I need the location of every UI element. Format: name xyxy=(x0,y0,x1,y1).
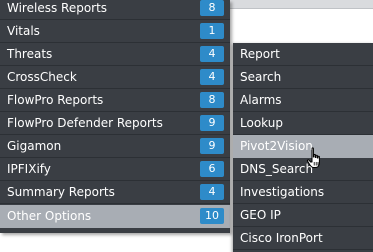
other-options-submenu: Report Search Alarms Lookup Pivot2Vision… xyxy=(233,43,373,252)
menu-item-label: FlowPro Defender Reports xyxy=(7,116,163,130)
menu-item-flowpro-reports[interactable]: FlowPro Reports 8 xyxy=(0,89,230,112)
menu-item-label: CrossCheck xyxy=(7,70,77,84)
submenu-item-pivot2vision[interactable]: Pivot2Vision xyxy=(233,135,373,158)
submenu-item-search[interactable]: Search xyxy=(233,66,373,89)
menu-item-ipfixify[interactable]: IPFIXify 6 xyxy=(0,158,230,181)
count-badge: 4 xyxy=(200,69,224,85)
submenu-item-investigations[interactable]: Investigations xyxy=(233,181,373,204)
submenu-item-label: Pivot2Vision xyxy=(240,139,313,153)
submenu-item-dns-search[interactable]: DNS_Search xyxy=(233,158,373,181)
submenu-item-label: GEO IP xyxy=(240,208,281,222)
menu-item-label: Wireless Reports xyxy=(7,1,108,15)
submenu-item-label: Alarms xyxy=(240,93,282,107)
submenu-item-report[interactable]: Report xyxy=(233,43,373,66)
menu-item-label: Other Options xyxy=(7,209,92,223)
submenu-item-label: Lookup xyxy=(240,116,283,130)
menu-item-label: IPFIXify xyxy=(7,162,51,176)
submenu-item-label: Investigations xyxy=(240,185,325,199)
menu-item-summary-reports[interactable]: Summary Reports 4 xyxy=(0,181,230,204)
menu-item-threats[interactable]: Threats 4 xyxy=(0,43,230,66)
submenu-item-lookup[interactable]: Lookup xyxy=(233,112,373,135)
app-stage: Wireless Reports 8 Vitals 1 Threats 4 Cr… xyxy=(0,0,373,252)
submenu-item-label: Report xyxy=(240,47,280,61)
count-badge: 10 xyxy=(200,208,224,224)
menu-item-crosscheck[interactable]: CrossCheck 4 xyxy=(0,66,230,89)
menu-item-label: Summary Reports xyxy=(7,185,115,199)
menu-item-wireless-reports[interactable]: Wireless Reports 8 xyxy=(0,0,230,20)
count-badge: 4 xyxy=(200,46,224,62)
count-badge: 4 xyxy=(200,184,224,200)
count-badge: 8 xyxy=(200,0,224,16)
background-panel xyxy=(230,0,373,43)
menu-item-label: FlowPro Reports xyxy=(7,93,104,107)
submenu-item-label: Search xyxy=(240,70,282,84)
submenu-item-geo-ip[interactable]: GEO IP xyxy=(233,204,373,227)
menu-item-other-options[interactable]: Other Options 10 xyxy=(0,205,230,228)
submenu-item-alarms[interactable]: Alarms xyxy=(233,89,373,112)
submenu-item-label: Cisco IronPort xyxy=(240,231,323,245)
menu-item-label: Gigamon xyxy=(7,139,62,153)
menu-item-vitals[interactable]: Vitals 1 xyxy=(0,20,230,43)
menu-item-gigamon[interactable]: Gigamon 9 xyxy=(0,135,230,158)
main-menu: Wireless Reports 8 Vitals 1 Threats 4 Cr… xyxy=(0,0,230,233)
background-divider xyxy=(230,0,373,9)
hand-pointer-icon xyxy=(306,147,320,168)
count-badge: 9 xyxy=(200,138,224,154)
count-badge: 6 xyxy=(200,161,224,177)
menu-item-label: Vitals xyxy=(7,24,40,38)
submenu-item-cisco-ironport[interactable]: Cisco IronPort xyxy=(233,227,373,250)
submenu-item-label: DNS_Search xyxy=(240,162,314,176)
count-badge: 9 xyxy=(200,115,224,131)
count-badge: 8 xyxy=(200,92,224,108)
menu-item-label: Threats xyxy=(7,47,53,61)
menu-item-flowpro-defender-reports[interactable]: FlowPro Defender Reports 9 xyxy=(0,112,230,135)
count-badge: 1 xyxy=(200,23,224,39)
